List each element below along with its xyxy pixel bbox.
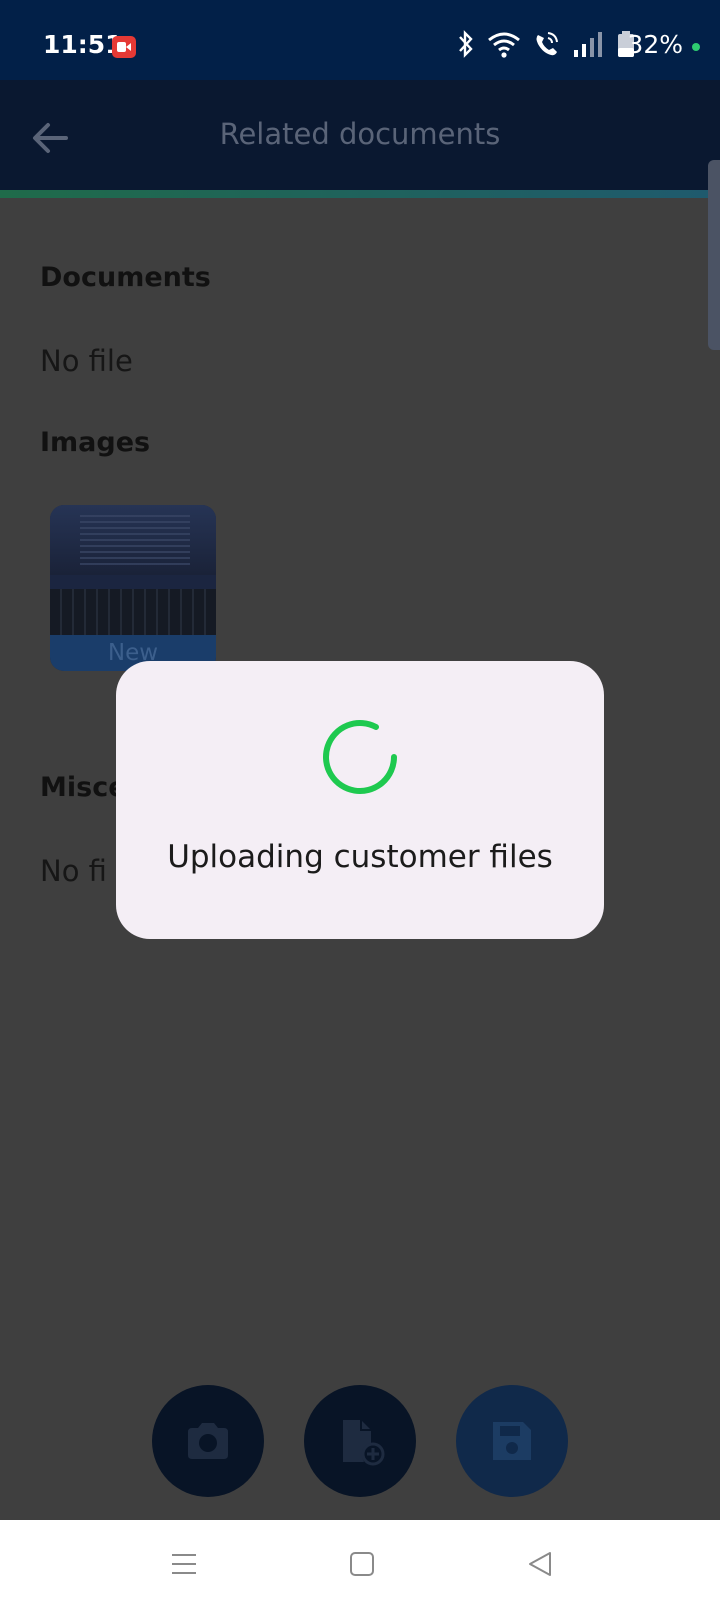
camera-icon: [188, 1423, 228, 1459]
progress-line: [0, 190, 720, 198]
add-file-button[interactable]: [304, 1385, 416, 1497]
upload-message: Uploading customer files: [167, 839, 553, 875]
scrollbar[interactable]: [708, 160, 720, 350]
status-time: 11:51: [43, 30, 123, 59]
menu-icon[interactable]: [170, 1550, 198, 1578]
status-icons: 32%: [450, 28, 720, 64]
home-icon[interactable]: [348, 1550, 376, 1578]
documents-empty-text: No file: [40, 344, 133, 378]
misc-section-title: Misce: [40, 772, 127, 803]
images-section-title: Images: [40, 427, 151, 458]
save-icon: [493, 1422, 531, 1460]
documents-section-title: Documents: [40, 262, 211, 293]
camera-button[interactable]: [152, 1385, 264, 1497]
image-thumbnail[interactable]: New: [50, 505, 216, 671]
upload-progress-dialog: Uploading customer files: [116, 661, 604, 939]
privacy-dot: [692, 43, 700, 51]
page-title: Related documents: [219, 117, 501, 151]
loading-spinner-icon: [323, 720, 397, 794]
system-nav-bar: [0, 1520, 720, 1608]
file-add-icon: [343, 1420, 385, 1466]
wifi-icon: [488, 32, 520, 58]
save-button[interactable]: [456, 1385, 568, 1497]
wifi-calling-icon: [536, 32, 558, 56]
signal-icon: [574, 32, 602, 57]
bluetooth-icon: [459, 30, 473, 58]
recording-icon: [112, 36, 136, 58]
battery-percentage: 32%: [627, 30, 683, 59]
back-icon[interactable]: [526, 1550, 554, 1578]
misc-empty-text: No fi: [40, 854, 107, 888]
status-bar: 11:51 32%: [0, 0, 720, 80]
thumbnail-photo: [50, 505, 216, 575]
